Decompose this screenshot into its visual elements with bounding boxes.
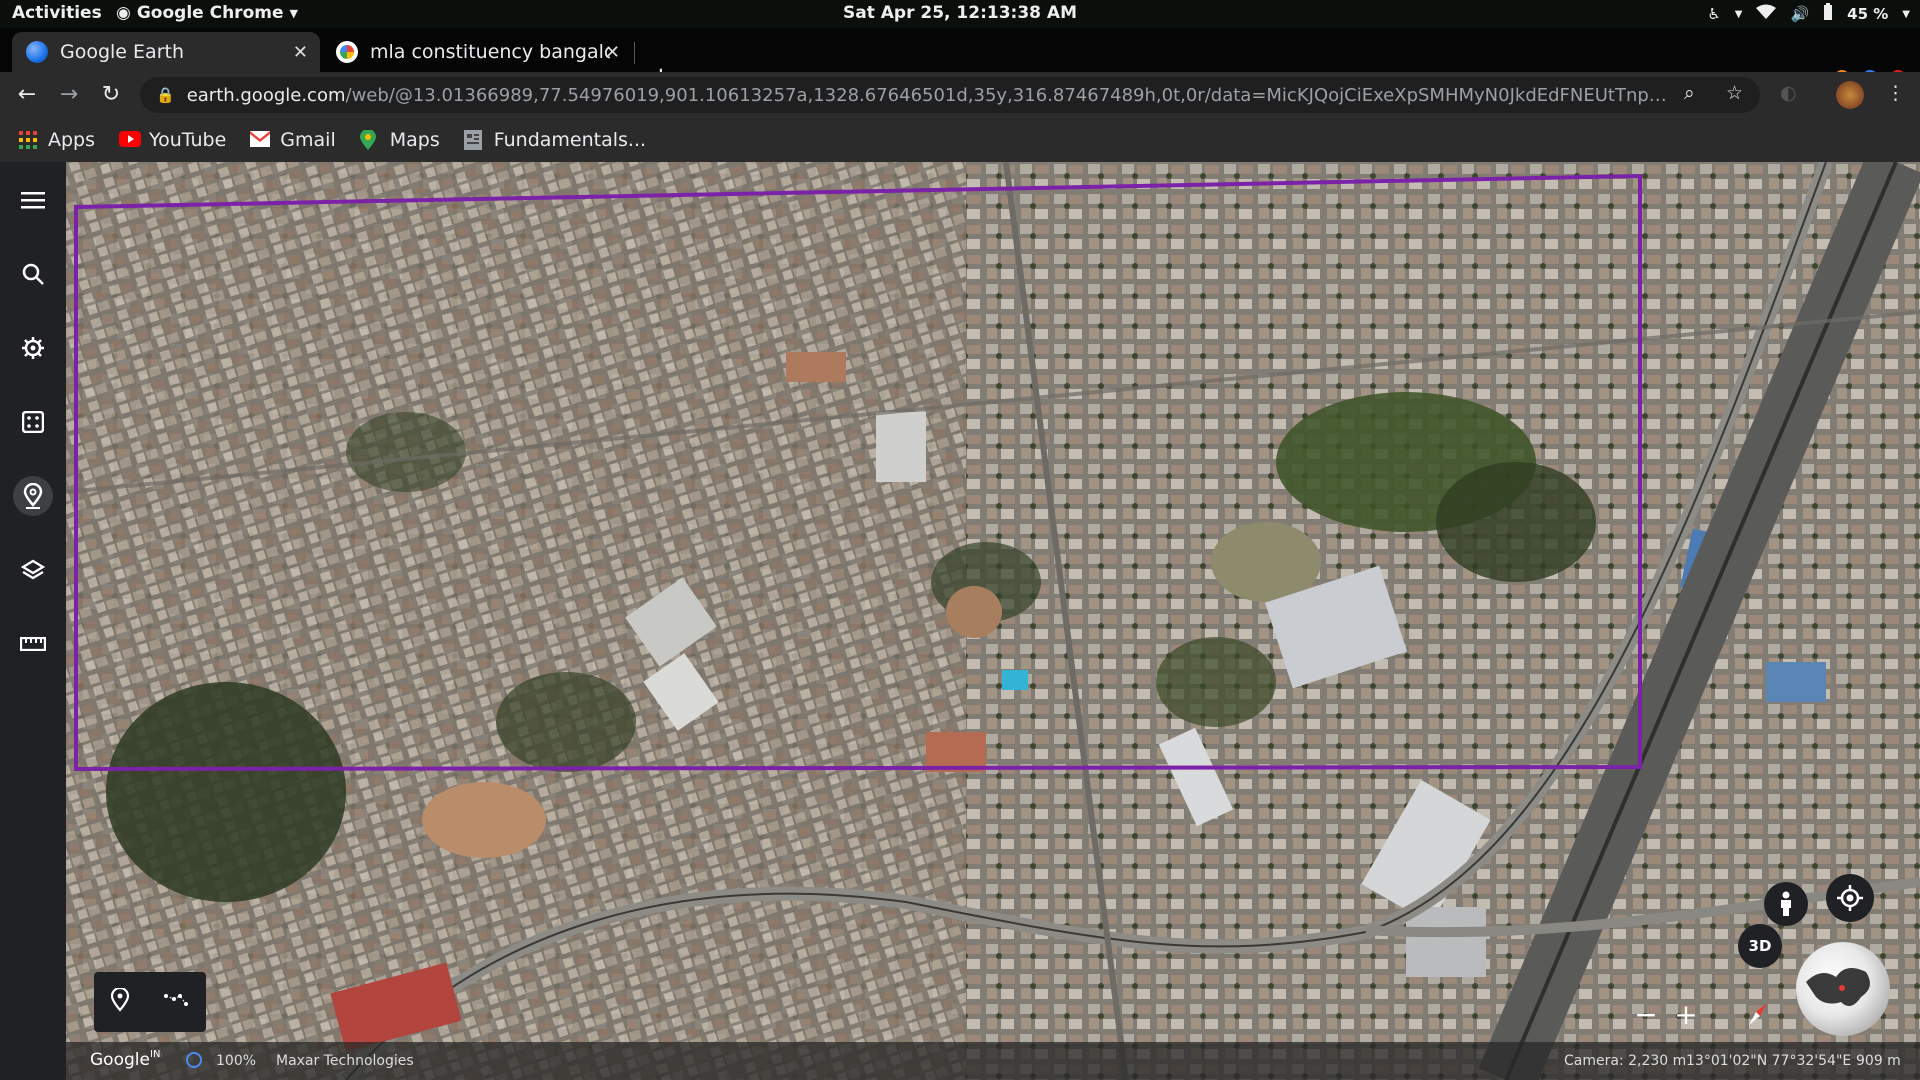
toggle-3d-label: 3D xyxy=(1748,937,1772,955)
status-bar: Google IN 100% Maxar Technologies Camera… xyxy=(66,1042,1920,1080)
bookmarks-bar: Apps YouTube Gmail Maps Fundamentals... xyxy=(0,118,1920,162)
toggle-3d-button[interactable]: 3D xyxy=(1738,924,1782,968)
maps-pin-icon xyxy=(359,129,380,150)
battery-percent: 45 % xyxy=(1847,5,1889,23)
camera-altitude: Camera: 2,230 m xyxy=(1564,1053,1687,1069)
projects-pin-icon xyxy=(23,483,43,509)
earth-sidebar xyxy=(0,162,66,1080)
tab-google-earth[interactable]: Google Earth ✕ xyxy=(12,32,320,72)
dice-icon xyxy=(22,411,44,433)
youtube-icon xyxy=(119,130,142,150)
google-favicon-icon xyxy=(336,41,358,63)
chevron-down-icon: ▼ xyxy=(289,6,298,20)
hamburger-icon xyxy=(21,192,45,209)
bookmark-label: Gmail xyxy=(280,129,336,151)
back-button[interactable]: ← xyxy=(10,78,44,112)
bookmark-youtube[interactable]: YouTube xyxy=(119,129,226,151)
app-menu[interactable]: ◉ Google Chrome ▼ xyxy=(116,3,298,23)
pegman-button[interactable] xyxy=(1764,882,1808,926)
feeling-lucky-button[interactable] xyxy=(13,402,53,442)
path-line-icon xyxy=(164,994,188,1006)
pegman-icon xyxy=(1781,891,1791,916)
wifi-icon[interactable] xyxy=(1756,4,1777,24)
browser-toolbar: ← → ↻ 🔒 earth.google.com /web/@13.013669… xyxy=(0,72,1920,118)
bookmark-star-icon[interactable]: ☆ xyxy=(1726,82,1743,104)
extension-icon[interactable]: ◐ xyxy=(1780,82,1797,104)
map-style-button[interactable] xyxy=(13,550,53,590)
profile-avatar[interactable] xyxy=(1836,81,1864,109)
layers-icon xyxy=(21,559,45,580)
tab-title: mla constituency bangalo xyxy=(370,41,610,63)
placemark-toolbar xyxy=(94,972,206,1032)
placemark-icon xyxy=(110,986,130,1012)
bookmark-gmail[interactable]: Gmail xyxy=(250,129,336,151)
compass-button[interactable] xyxy=(1732,988,1784,1040)
imagery-attribution: Maxar Technologies xyxy=(276,1053,414,1069)
bookmark-maps[interactable]: Maps xyxy=(359,129,440,151)
gmail-icon xyxy=(250,130,271,150)
accessibility-icon[interactable]: ♿ xyxy=(1707,5,1720,23)
loading-ring-icon xyxy=(186,1052,202,1068)
system-tray[interactable]: ♿ ▼ 🔊 45 % ▼ xyxy=(1707,3,1910,25)
load-percent: 100% xyxy=(216,1053,257,1069)
logo-region: IN xyxy=(150,1049,161,1060)
search-icon xyxy=(22,263,44,285)
my-location-button[interactable] xyxy=(1826,874,1874,922)
bookmark-label: Fundamentals... xyxy=(493,129,647,151)
ground-elevation: 909 m xyxy=(1856,1053,1901,1069)
chrome-logo-icon: ◉ xyxy=(116,3,131,23)
address-bar[interactable]: 🔒 earth.google.com /web/@13.01366989,77.… xyxy=(140,77,1760,113)
tab-search[interactable]: mla constituency bangalo ✕ xyxy=(322,32,632,72)
zoom-in-button[interactable]: + xyxy=(1674,998,1697,1031)
google-logo: Google xyxy=(90,1050,150,1070)
chevron-down-icon: ▼ xyxy=(1902,8,1910,20)
bookmark-label: Maps xyxy=(389,129,440,151)
projects-button[interactable] xyxy=(13,476,53,516)
close-tab-icon[interactable]: ✕ xyxy=(605,42,620,63)
search-button[interactable] xyxy=(13,254,53,294)
system-top-bar: Activities ◉ Google Chrome ▼ Sat Apr 25,… xyxy=(0,0,1920,28)
url-host: earth.google.com xyxy=(186,84,346,106)
voyager-wheel-icon xyxy=(22,337,44,359)
zoom-controls: − + xyxy=(1626,992,1706,1036)
globe-overview[interactable] xyxy=(1796,942,1890,1036)
globe-icon xyxy=(1806,968,1870,1006)
chevron-down-icon: ▼ xyxy=(1734,8,1743,20)
url-path: /web/@13.01366989,77.54976019,901.106132… xyxy=(345,84,1676,106)
google-earth-app: 3D − + Google IN 100% Maxar Technologies xyxy=(0,162,1920,1080)
satellite-imagery xyxy=(66,162,1920,1080)
close-tab-icon[interactable]: ✕ xyxy=(293,42,308,63)
zoom-out-button[interactable]: − xyxy=(1634,998,1657,1031)
volume-icon[interactable]: 🔊 xyxy=(1790,5,1809,23)
compass-needle-icon xyxy=(1749,1003,1767,1025)
bookmark-label: Apps xyxy=(48,129,96,151)
app-menu-label: Google Chrome xyxy=(136,3,284,23)
cursor-coordinates: 13°01'02"N 77°32'54"E xyxy=(1686,1053,1852,1069)
draw-path-button[interactable] xyxy=(163,992,189,1012)
bookmark-label: YouTube xyxy=(149,129,227,151)
google-earth-favicon-icon xyxy=(26,41,48,63)
battery-icon[interactable] xyxy=(1823,3,1833,25)
bookmark-apps[interactable]: Apps xyxy=(18,129,95,151)
voyager-button[interactable] xyxy=(13,328,53,368)
tab-strip: Google Earth ✕ mla constituency bangalo … xyxy=(0,28,1920,92)
satellite-map-view[interactable]: 3D − + Google IN 100% Maxar Technologies xyxy=(66,162,1920,1080)
lock-icon[interactable]: 🔒 xyxy=(156,86,175,104)
forward-button[interactable]: → xyxy=(52,78,86,112)
tab-title: Google Earth xyxy=(60,41,184,63)
bookmark-page-icon xyxy=(463,130,484,150)
add-placemark-button[interactable] xyxy=(110,986,130,1016)
zoom-search-icon[interactable]: ⌕ xyxy=(1684,82,1695,104)
bookmark-fundamentals[interactable]: Fundamentals... xyxy=(463,129,647,151)
activities-button[interactable]: Activities xyxy=(12,3,102,23)
apps-grid-icon xyxy=(18,130,38,150)
more-menu-icon[interactable]: ⋮ xyxy=(1886,82,1905,104)
menu-button[interactable] xyxy=(13,180,53,220)
my-location-icon xyxy=(1837,885,1863,911)
measure-button[interactable] xyxy=(13,624,53,664)
reload-button[interactable]: ↻ xyxy=(94,78,128,112)
ruler-icon xyxy=(20,637,46,651)
